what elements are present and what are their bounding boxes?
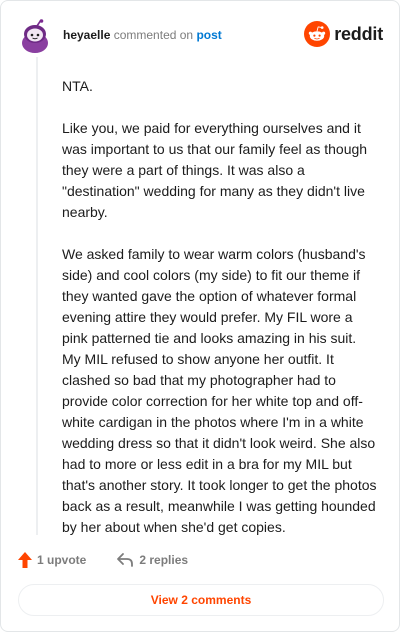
username[interactable]: heyaelle (63, 28, 110, 42)
reddit-logo-icon (304, 21, 331, 47)
thread-line[interactable] (36, 57, 38, 535)
post-link[interactable]: post (196, 28, 221, 42)
upvote-arrow-icon (18, 552, 32, 568)
reply-arrow-icon (117, 553, 134, 567)
comment-paragraph: We asked family to wear warm colors (hus… (62, 246, 377, 535)
comment-action-text: commented on (113, 28, 194, 42)
comment-meta: heyaelle commented on post (63, 28, 222, 42)
replies-count: 2 replies (139, 553, 189, 567)
reddit-wordmark: reddit (334, 23, 383, 44)
replies-button[interactable]: 2 replies (116, 552, 188, 568)
view-comments-button[interactable]: View 2 comments (18, 584, 384, 616)
avatar[interactable] (20, 19, 50, 53)
comment-card: heyaelle commented on post reddit NTA. L… (0, 0, 400, 632)
upvote-count: 1 upvote (37, 553, 87, 567)
comment-paragraph: NTA. (62, 78, 93, 94)
reddit-brand[interactable]: reddit (304, 21, 383, 47)
comment-header: heyaelle commented on post reddit (17, 15, 383, 55)
comment-actions: 1 upvote 2 replies (17, 549, 188, 571)
upvote-button[interactable]: 1 upvote (17, 551, 86, 569)
comment-paragraph: Like you, we paid for everything ourselv… (62, 120, 368, 220)
comment-body: NTA. Like you, we paid for everything ou… (62, 76, 378, 538)
snoo-avatar-icon (22, 19, 48, 53)
